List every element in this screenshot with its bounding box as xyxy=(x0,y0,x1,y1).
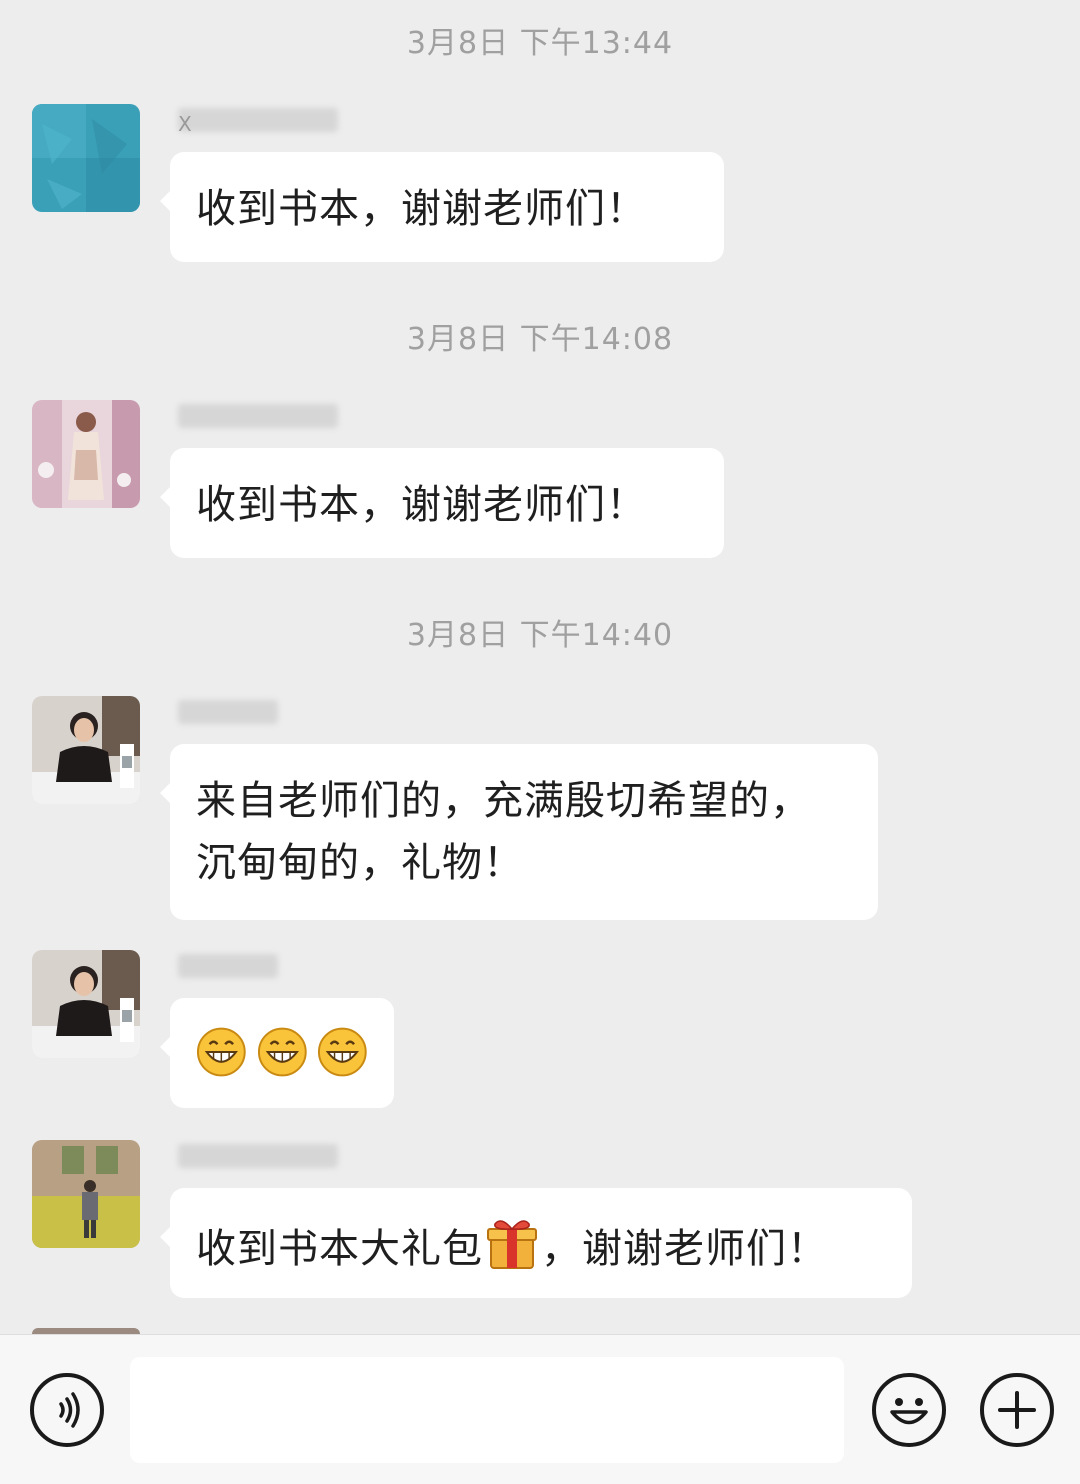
message-text: 收到书本大礼包 xyxy=(196,1226,483,1272)
grin-emoji-icon xyxy=(318,1027,368,1077)
message-text: 收到书本，谢谢老师们！ xyxy=(196,482,647,528)
message-text: ，谢谢老师们！ xyxy=(541,1226,828,1272)
chat-history[interactable]: 3月8日 下午13:44 X 收到书本，谢谢老师们！ 3月8日 下午14:08 xyxy=(0,0,1080,1334)
avatar[interactable] xyxy=(32,950,140,1058)
message-timestamp: 3月8日 下午13:44 xyxy=(406,26,674,61)
sender-name xyxy=(178,396,348,436)
message-timestamp: 3月8日 下午14:08 xyxy=(406,322,674,357)
plus-icon[interactable] xyxy=(980,1373,1054,1447)
gift-icon xyxy=(483,1214,541,1272)
voice-icon[interactable] xyxy=(30,1373,104,1447)
emoji-icon[interactable] xyxy=(872,1373,946,1447)
grin-emoji-icon xyxy=(257,1027,307,1077)
message-bubble[interactable]: 收到书本，谢谢老师们！ xyxy=(160,448,724,558)
message-bubble[interactable]: 收到书本，谢谢老师们！ xyxy=(160,152,724,262)
grin-emoji-icon xyxy=(196,1027,246,1077)
avatar[interactable] xyxy=(32,1140,140,1248)
message-text: 收到书本，谢谢老师们！ xyxy=(196,186,647,232)
sender-name: X xyxy=(178,100,348,140)
message-text-line: 来自老师们的，充满殷切希望的， xyxy=(196,778,811,824)
message-bubble[interactable] xyxy=(160,998,394,1108)
sender-name xyxy=(178,1136,348,1176)
message-bubble[interactable]: 来自老师们的，充满殷切希望的， 沉甸甸的，礼物！ xyxy=(160,744,878,920)
message-timestamp: 3月8日 下午14:40 xyxy=(406,618,674,653)
avatar[interactable] xyxy=(32,400,140,508)
input-bar xyxy=(0,1334,1080,1484)
avatar[interactable] xyxy=(32,696,140,804)
sender-name xyxy=(178,692,288,732)
avatar[interactable] xyxy=(32,104,140,212)
message-input[interactable] xyxy=(130,1357,844,1463)
sender-name xyxy=(178,946,288,986)
message-bubble[interactable]: 收到书本大礼包 ，谢谢老师们！ xyxy=(160,1188,912,1298)
message-text-line: 沉甸甸的，礼物！ xyxy=(196,840,524,886)
